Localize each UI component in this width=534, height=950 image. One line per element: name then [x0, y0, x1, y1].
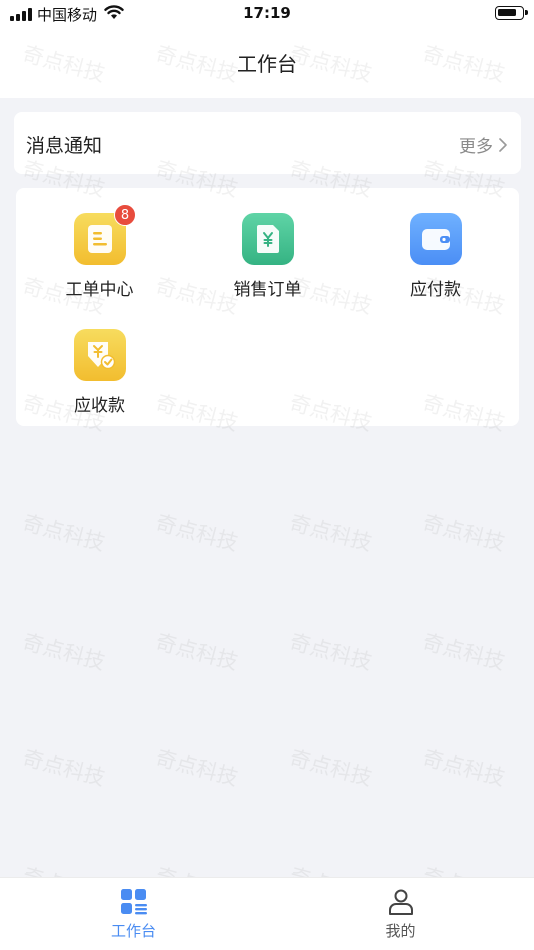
app-label: 应收款	[74, 396, 125, 416]
tab-label: 我的	[385, 922, 416, 940]
workbench-screen: 中国移动 17:19 工作台 消息通知 更多 8 工单中心 销售订单 应付款 应…	[0, 0, 534, 950]
wallet-icon	[410, 213, 462, 265]
watermark-text: 奇点科技	[20, 629, 108, 675]
unread-count-badge: 8	[114, 204, 136, 226]
tab-workbench[interactable]: 工作台	[0, 878, 267, 950]
bottom-tab-bar: 工作台 我的	[0, 877, 534, 950]
chevron-right-icon	[499, 137, 507, 152]
app-sales-order[interactable]: 销售订单	[184, 188, 351, 300]
watermark-text: 奇点科技	[20, 510, 108, 556]
notice-more-link[interactable]: 更多	[459, 132, 507, 157]
watermark-text: 奇点科技	[287, 510, 375, 556]
watermark-text: 奇点科技	[20, 745, 108, 791]
more-label: 更多	[459, 137, 493, 157]
watermark-text: 奇点科技	[420, 745, 508, 791]
watermark-text: 奇点科技	[287, 629, 375, 675]
watermark-text: 奇点科技	[153, 510, 241, 556]
battery-icon	[495, 6, 528, 20]
yuan-receipt-icon	[242, 213, 294, 265]
notice-title: 消息通知	[26, 135, 103, 157]
user-icon	[389, 889, 413, 915]
app-label: 销售订单	[233, 280, 302, 300]
app-label: 应付款	[410, 280, 461, 300]
app-accounts-payable[interactable]: 应付款	[352, 188, 519, 300]
yuan-check-icon	[74, 329, 126, 381]
app-grid-card: 8 工单中心 销售订单 应付款 应收款	[16, 188, 519, 426]
top-bar: 中国移动 17:19 工作台	[0, 0, 534, 98]
page-title: 工作台	[237, 52, 297, 76]
app-accounts-receivable[interactable]: 应收款	[16, 304, 183, 416]
watermark-text: 奇点科技	[153, 629, 241, 675]
watermark-text: 奇点科技	[420, 629, 508, 675]
app-work-order-center[interactable]: 8 工单中心	[16, 188, 183, 300]
app-label: 工单中心	[65, 280, 134, 300]
tab-label: 工作台	[110, 922, 156, 940]
notice-card[interactable]: 消息通知 更多	[14, 112, 521, 174]
watermark-text: 奇点科技	[287, 745, 375, 791]
tab-mine[interactable]: 我的	[267, 878, 534, 950]
dashboard-grid-icon	[121, 889, 147, 915]
watermark-text: 奇点科技	[153, 745, 241, 791]
watermark-text: 奇点科技	[420, 510, 508, 556]
status-time: 17:19	[243, 4, 291, 22]
status-bar: 中国移动 17:19	[0, 0, 534, 28]
